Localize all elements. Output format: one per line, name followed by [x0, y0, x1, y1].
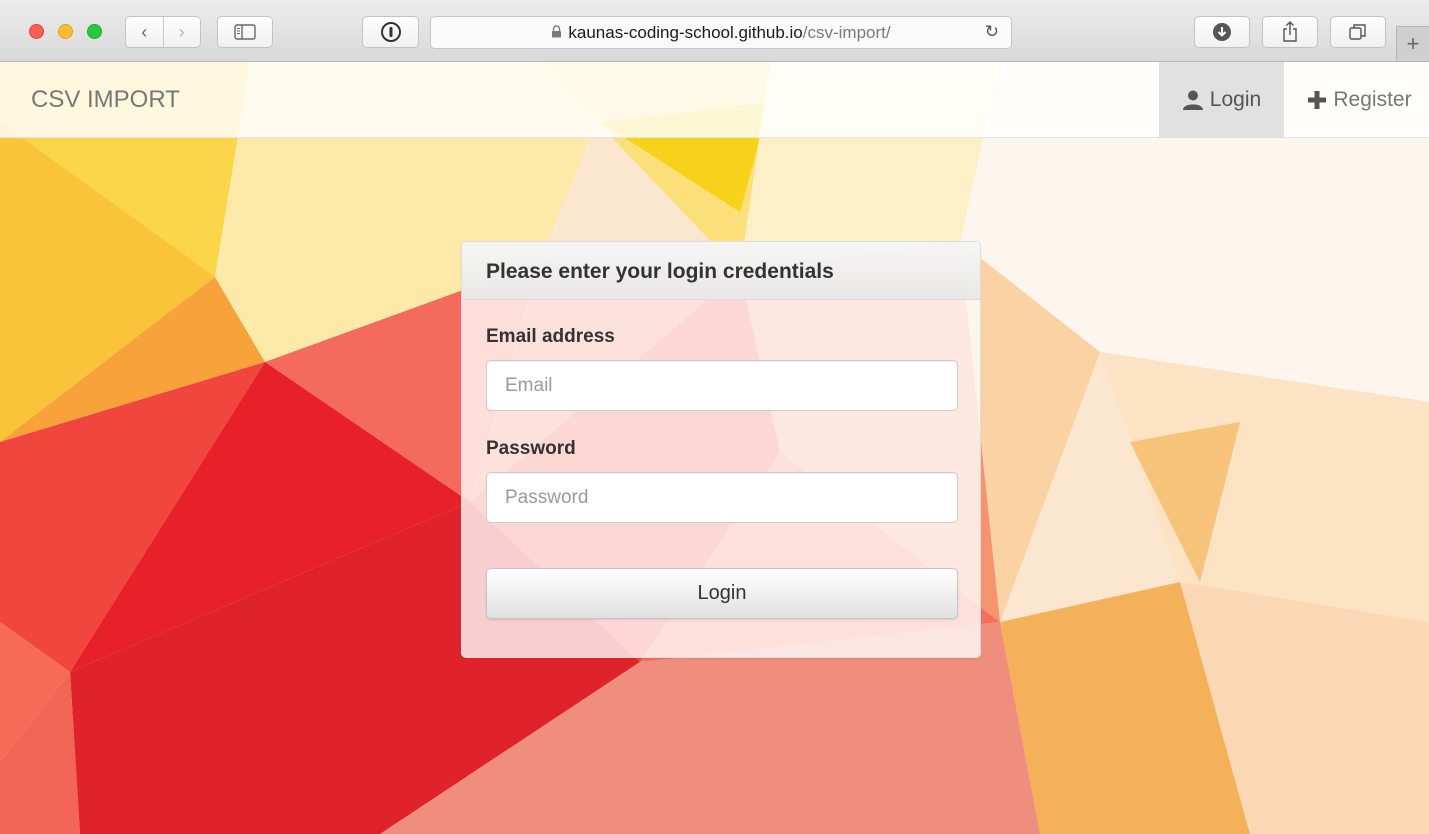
lock-icon [551, 24, 562, 41]
sidebar-button[interactable] [217, 16, 273, 48]
nav-register-label: Register [1333, 88, 1412, 111]
back-button[interactable]: ‹ [126, 17, 163, 47]
user-icon [1182, 89, 1204, 111]
new-tab-button[interactable]: + [1396, 26, 1429, 61]
close-window-button[interactable] [29, 24, 44, 39]
reload-button[interactable]: ↻ [985, 22, 999, 42]
downloads-button[interactable] [1194, 16, 1250, 48]
panel-heading: Please enter your login credentials [462, 242, 980, 300]
password-label: Password [486, 438, 576, 459]
login-submit-button[interactable]: Login [486, 568, 958, 619]
tabs-overview-button[interactable] [1330, 16, 1386, 48]
plus-icon: + [1406, 31, 1420, 56]
email-label: Email address [486, 326, 615, 347]
nav-login-label: Login [1209, 88, 1262, 111]
share-icon [1283, 21, 1297, 42]
url-path: /csv-import/ [802, 22, 891, 42]
zoom-window-button[interactable] [87, 24, 102, 39]
email-field[interactable] [486, 360, 958, 411]
sidebar-icon [234, 24, 256, 40]
download-icon [1213, 23, 1231, 41]
plus-icon [1307, 90, 1327, 110]
brand-link[interactable]: CSV IMPORT [31, 86, 180, 114]
share-button[interactable] [1262, 16, 1318, 48]
password-field[interactable] [486, 472, 958, 523]
chevron-left-icon: ‹ [141, 21, 148, 42]
history-nav-group: ‹ › [125, 16, 201, 48]
minimize-window-button[interactable] [58, 24, 73, 39]
web-page: CSV IMPORT Login Register Please enter y… [0, 62, 1429, 834]
navbar: CSV IMPORT Login Register [0, 62, 1429, 138]
password-manager-icon [380, 22, 401, 42]
reload-icon: ↻ [984, 22, 999, 41]
tabs-icon [1349, 24, 1366, 40]
login-panel: Please enter your login credentials Emai… [461, 241, 981, 658]
password-manager-button[interactable] [362, 16, 419, 48]
address-bar[interactable]: kaunas-coding-school.github.io/csv-impor… [430, 16, 1012, 49]
browser-toolbar: ‹ › kaunas-coding-school.github.io/csv-i… [0, 0, 1429, 62]
forward-button[interactable]: › [162, 17, 201, 47]
url-host: kaunas-coding-school.github.io [568, 22, 803, 42]
nav-login-link[interactable]: Login [1159, 62, 1284, 138]
nav-register-link[interactable]: Register [1290, 62, 1429, 138]
chevron-right-icon: › [178, 21, 185, 42]
